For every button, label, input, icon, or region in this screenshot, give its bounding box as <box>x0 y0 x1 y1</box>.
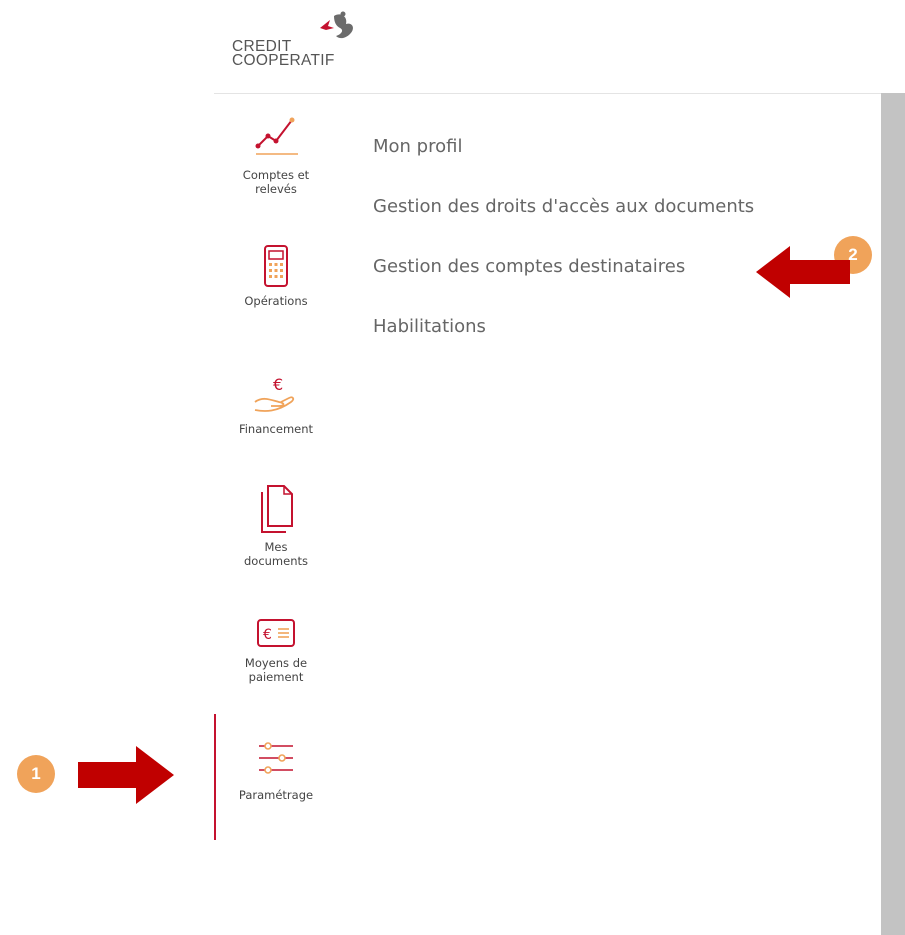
sidebar-item-operations[interactable]: Opérations <box>214 244 338 308</box>
calculator-icon <box>264 245 288 287</box>
sliders-icon <box>259 742 293 774</box>
sidebar-item-moyens-paiement[interactable]: € Moyens de paiement <box>214 616 338 684</box>
sidebar-item-label: Moyens de paiement <box>244 656 308 684</box>
documents-icon <box>261 485 293 533</box>
sidebar-item-mes-documents[interactable]: Mes documents <box>214 482 338 568</box>
brand-line2: COOPERATIF <box>232 52 335 69</box>
submenu-item-droits-acces[interactable]: Gestion des droits d'accès aux documents <box>373 196 754 217</box>
main-sidebar: Comptes et relevés Opérations € Financem… <box>214 94 338 854</box>
sidebar-item-comptes[interactable]: Comptes et relevés <box>214 114 338 196</box>
scrollbar[interactable] <box>881 93 905 935</box>
annotation-arrow-left-icon <box>756 246 850 298</box>
sidebar-item-label: Opérations <box>244 294 308 308</box>
submenu-item-comptes-destinataires[interactable]: Gestion des comptes destinataires <box>373 256 685 277</box>
credit-cooperatif-logo[interactable]: CREDIT COOPERATIF <box>232 10 382 80</box>
sidebar-item-label: Mes documents <box>243 540 308 568</box>
svg-text:€: € <box>273 375 283 394</box>
svg-text:€: € <box>263 627 272 643</box>
euro-hand-icon: € <box>254 375 295 412</box>
annotation-arrow-right-icon <box>78 746 174 804</box>
brand-name: CREDIT COOPERATIF <box>232 39 335 69</box>
payment-card-icon: € <box>257 619 295 647</box>
submenu-item-mon-profil[interactable]: Mon profil <box>373 136 462 157</box>
sidebar-item-label: Financement <box>238 422 314 436</box>
annotation-badge-1: 1 <box>17 755 55 793</box>
sidebar-item-parametrage[interactable]: Paramétrage <box>214 738 338 802</box>
submenu-item-habilitations[interactable]: Habilitations <box>373 316 486 337</box>
sidebar-item-label: Paramétrage <box>238 788 314 802</box>
chart-line-icon <box>255 117 298 155</box>
sidebar-item-label: Comptes et relevés <box>242 168 310 196</box>
sidebar-item-financement[interactable]: € Financement <box>214 372 338 436</box>
